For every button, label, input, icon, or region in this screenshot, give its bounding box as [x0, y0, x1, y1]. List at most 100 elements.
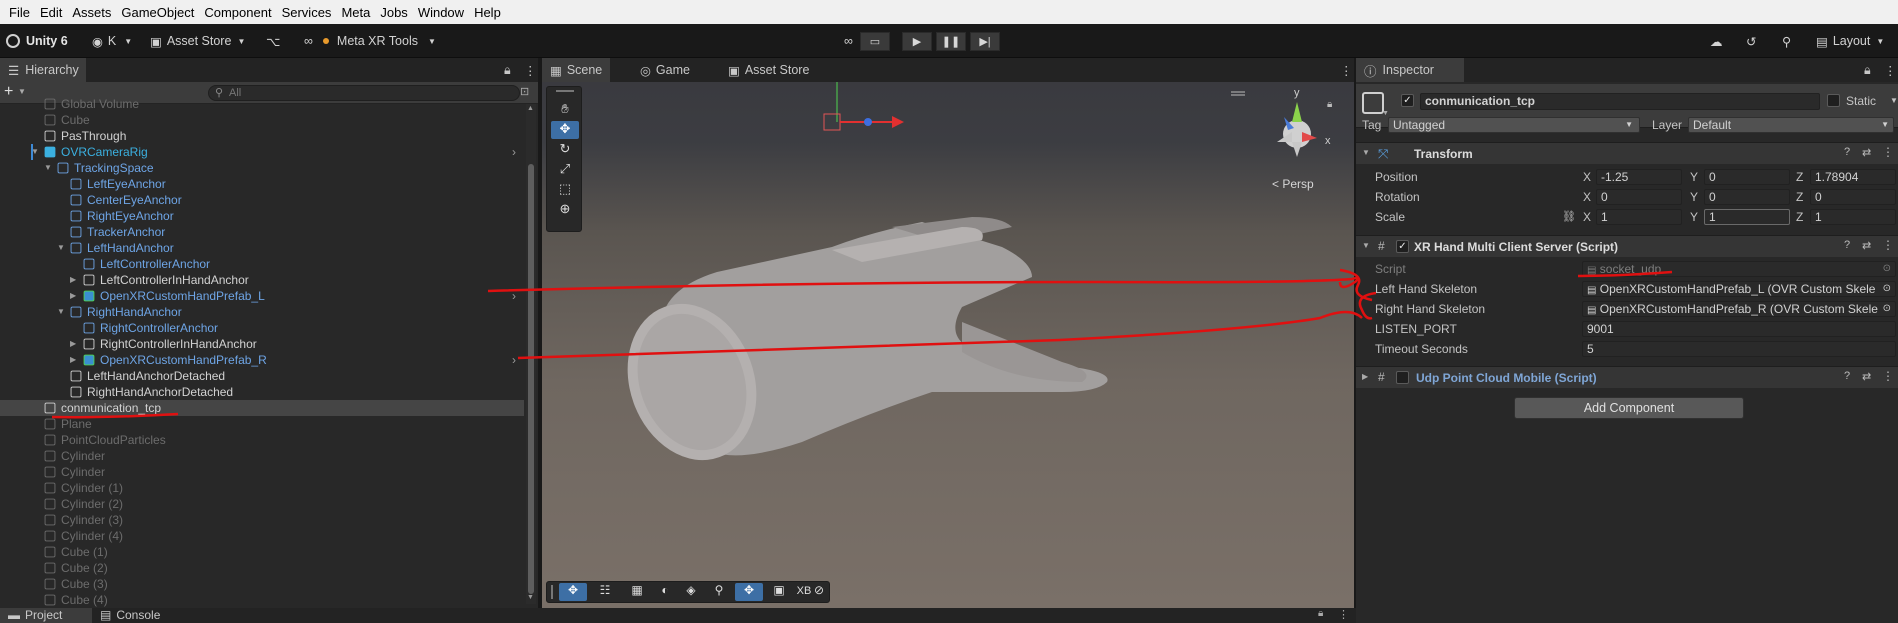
account-dropdown[interactable]: ◉ K ▼ — [92, 24, 132, 58]
hierarchy-item[interactable]: Cube (2) — [0, 560, 524, 576]
menu-edit[interactable]: Edit — [35, 5, 67, 20]
tab-project[interactable]: ▬ Project — [0, 608, 92, 623]
static-checkbox[interactable] — [1827, 94, 1840, 107]
menu-gameobject[interactable]: GameObject — [116, 5, 199, 20]
expand-arrow-icon[interactable]: ▼ — [1362, 148, 1370, 157]
rotate-tool-icon[interactable]: ↻ — [551, 141, 579, 159]
rotation-x-field[interactable]: 0 — [1596, 189, 1682, 205]
hierarchy-item[interactable]: ▶ OpenXRCustomHandPrefab_R › — [0, 352, 524, 368]
hierarchy-item[interactable]: ▼ TrackingSpace — [0, 160, 524, 176]
position-y-field[interactable]: 0 — [1704, 169, 1790, 185]
hierarchy-item[interactable]: Cylinder (4) — [0, 528, 524, 544]
expand-arrow-icon[interactable]: ▼ — [57, 240, 65, 256]
hierarchy-item[interactable]: ▶ OpenXRCustomHandPrefab_L › — [0, 288, 524, 304]
more-options-icon[interactable]: ⋮ — [1882, 145, 1894, 159]
transform-header[interactable]: ▼ ⤧ Transform ? ⇄ ⋮ — [1356, 142, 1898, 164]
collapse-arrow-icon[interactable]: ▶ — [70, 352, 76, 368]
position-x-field[interactable]: -1.25 — [1596, 169, 1682, 185]
scale-tool-icon[interactable]: ⤢ — [551, 161, 579, 179]
tab-scene[interactable]: ▦ Scene — [542, 58, 610, 82]
more-options-icon[interactable]: ⋮ — [1876, 58, 1898, 82]
meta-link-icon[interactable]: ∞ — [844, 24, 853, 58]
scale-z-field[interactable]: 1 — [1810, 209, 1896, 225]
view-options-icon[interactable]: ✥ — [559, 583, 587, 601]
xr-server-enabled-checkbox[interactable]: ✓ — [1396, 240, 1409, 253]
scroll-down-icon[interactable]: ▼ — [527, 594, 534, 601]
chevron-down-icon[interactable]: ▼ — [1890, 93, 1898, 109]
more-options-icon[interactable]: ⋮ — [1338, 608, 1349, 621]
menu-meta[interactable]: Meta — [336, 5, 375, 20]
expand-arrow-icon[interactable]: ▼ — [1362, 241, 1370, 250]
tab-asset-store[interactable]: ▣ Asset Store — [720, 58, 817, 82]
menu-help[interactable]: Help — [469, 5, 506, 20]
open-prefab-icon[interactable]: › — [512, 288, 516, 304]
lock-icon[interactable]: 🔒︎ — [1318, 608, 1323, 619]
pause-button[interactable]: ❚❚ — [936, 32, 966, 51]
hierarchy-item[interactable]: Global Volume — [0, 96, 524, 112]
menu-assets[interactable]: Assets — [67, 5, 116, 20]
right-hand-skeleton-field[interactable]: ▤ OpenXRCustomHandPrefab_R (OVR Custom S… — [1582, 301, 1896, 317]
collapse-arrow-icon[interactable]: ▶ — [70, 336, 76, 352]
scene-viewport[interactable]: y x < Persp 🔒︎ ✋︎ ✥ ↻ ⤢ ⬚ ⊕ ✥ ☷ ▦ ◐ ◈ ⚲ … — [542, 82, 1354, 608]
tag-dropdown[interactable]: Untagged ▼ — [1388, 117, 1640, 133]
more-options-icon[interactable]: ⋮ — [1882, 369, 1894, 383]
preset-icon[interactable]: ⇄ — [1862, 370, 1871, 383]
object-name-field[interactable]: conmunication_tcp — [1420, 93, 1820, 110]
overlay-drag-handle[interactable] — [556, 90, 574, 92]
active-checkbox[interactable]: ✓ — [1401, 94, 1414, 107]
hierarchy-item[interactable]: LeftHandAnchorDetached — [0, 368, 524, 384]
meta-xr-tools-dropdown[interactable]: ∞ Meta XR Tools ▼ — [304, 24, 436, 58]
rotation-y-field[interactable]: 0 — [1704, 189, 1790, 205]
position-z-field[interactable]: 1.78904 — [1810, 169, 1896, 185]
add-component-button[interactable]: Add Component — [1514, 397, 1744, 419]
asset-store-dropdown[interactable]: ▣ Asset Store ▼ — [150, 24, 245, 58]
shading-icon[interactable]: ◐ — [651, 583, 679, 601]
script-field[interactable]: ▤ socket_udp ⊙ — [1582, 261, 1896, 277]
simulator-button[interactable]: ▭ — [860, 32, 890, 51]
menu-component[interactable]: Component — [199, 5, 276, 20]
rect-tool-icon[interactable]: ⬚ — [551, 181, 579, 199]
hierarchy-item[interactable]: TrackerAnchor — [0, 224, 524, 240]
hierarchy-item[interactable]: Plane — [0, 416, 524, 432]
lock-icon[interactable]: 🔒︎ — [1327, 99, 1332, 110]
search-icon[interactable]: ⚲ — [705, 583, 733, 601]
compass-icon[interactable]: ⊘ — [809, 583, 829, 601]
cloud-icon[interactable]: ☁ — [1710, 24, 1723, 58]
hierarchy-item[interactable]: Cylinder (3) — [0, 512, 524, 528]
hierarchy-item[interactable]: ▼ LeftHandAnchor — [0, 240, 524, 256]
tab-game[interactable]: ◎ Game — [632, 58, 698, 82]
chevron-down-icon[interactable]: ▼ — [18, 87, 26, 96]
help-icon[interactable]: ? — [1844, 370, 1850, 382]
layout-dropdown[interactable]: ▤ Layout ▼ — [1816, 24, 1884, 58]
help-icon[interactable]: ? — [1844, 239, 1850, 251]
settings-sliders-icon[interactable]: ☷ — [591, 583, 619, 601]
tab-inspector[interactable]: ⓘ Inspector — [1356, 58, 1464, 82]
hierarchy-item[interactable]: LeftControllerAnchor — [0, 256, 524, 272]
play-button[interactable]: ▶ — [902, 32, 932, 51]
expand-arrow-icon[interactable]: ▼ — [44, 160, 52, 176]
layers-icon[interactable]: ◈ — [677, 583, 705, 601]
transform-tool-icon[interactable]: ⊕ — [551, 201, 579, 219]
hierarchy-item[interactable]: RightEyeAnchor — [0, 208, 524, 224]
menu-window[interactable]: Window — [413, 5, 469, 20]
hierarchy-scrollbar[interactable]: ▲ ▼ — [526, 104, 536, 604]
link-icon[interactable]: ⛓ — [1562, 209, 1576, 225]
hierarchy-item[interactable]: RightHandAnchorDetached — [0, 384, 524, 400]
persp-label[interactable]: < Persp — [1272, 177, 1314, 191]
collapse-arrow-icon[interactable]: ▶ — [70, 272, 76, 288]
grid-snap-icon[interactable]: ▦ — [623, 583, 651, 601]
object-picker-icon[interactable]: ⊙ — [1882, 302, 1891, 316]
scrollbar-thumb[interactable] — [528, 164, 534, 594]
menu-jobs[interactable]: Jobs — [375, 5, 412, 20]
scale-y-field[interactable]: 1 — [1704, 209, 1790, 225]
gizmo-toggle-icon[interactable]: ✥ — [735, 583, 763, 601]
layer-dropdown[interactable]: Default ▼ — [1688, 117, 1894, 133]
hierarchy-item[interactable]: ▶ RightControllerInHandAnchor — [0, 336, 524, 352]
hierarchy-item[interactable]: Cylinder — [0, 448, 524, 464]
hierarchy-item[interactable]: ▶ LeftControllerInHandAnchor — [0, 272, 524, 288]
more-options-icon[interactable]: ⋮ — [516, 58, 545, 82]
timeout-seconds-field[interactable]: 5 — [1582, 341, 1896, 357]
open-prefab-icon[interactable]: › — [512, 352, 516, 368]
hierarchy-item[interactable]: RightControllerAnchor — [0, 320, 524, 336]
left-hand-skeleton-field[interactable]: ▤ OpenXRCustomHandPrefab_L (OVR Custom S… — [1582, 281, 1896, 297]
